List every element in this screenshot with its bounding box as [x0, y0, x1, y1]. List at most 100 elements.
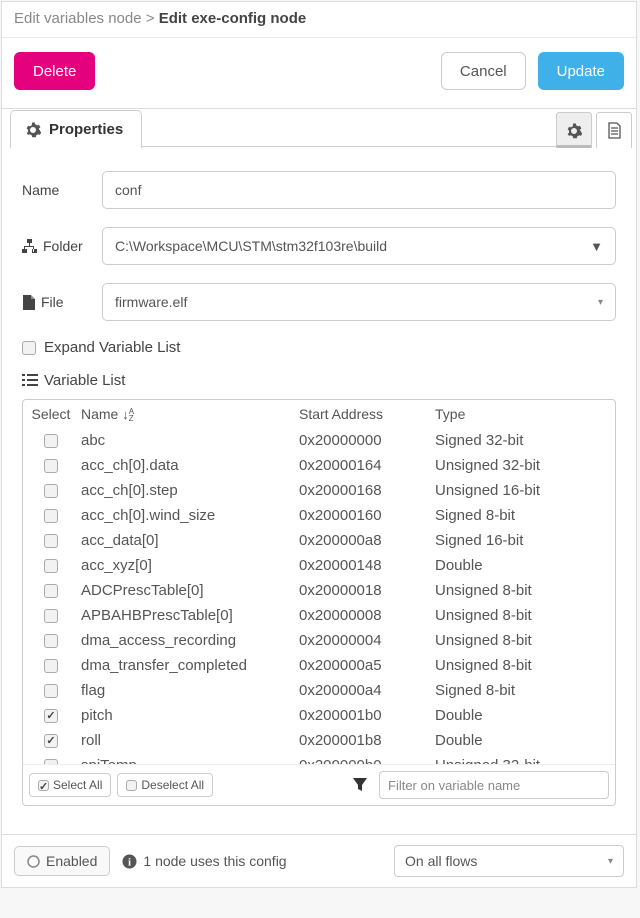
table-row: spiTemp0x200000b0Unsigned 32-bit [23, 753, 615, 764]
breadcrumb-current: Edit exe-config node [159, 10, 307, 27]
breadcrumb-sep: > [146, 10, 155, 27]
row-type: Double [427, 707, 615, 724]
cancel-button[interactable]: Cancel [441, 52, 526, 90]
list-icon [22, 374, 38, 387]
info-icon: i [122, 854, 137, 869]
row-checkbox[interactable] [44, 434, 58, 448]
table-row: acc_ch[0].wind_size0x20000160Signed 8-bi… [23, 503, 615, 528]
file-select[interactable]: firmware.elf ▾ [102, 283, 616, 321]
row-type: Unsigned 8-bit [427, 607, 615, 624]
table-row: acc_xyz[0]0x20000148Double [23, 553, 615, 578]
gear-icon [566, 123, 582, 139]
row-addr: 0x200000b0 [299, 757, 427, 764]
row-addr: 0x20000168 [299, 482, 427, 499]
row-name: acc_data[0] [79, 532, 299, 549]
table-row: abc0x20000000Signed 32-bit [23, 428, 615, 453]
uncheck-icon [126, 780, 137, 791]
row-name: dma_access_recording [79, 632, 299, 649]
row-addr: 0x200000a5 [299, 657, 427, 674]
row-addr: 0x20000008 [299, 607, 427, 624]
folder-label: Folder [22, 238, 102, 254]
row-checkbox[interactable] [44, 484, 58, 498]
variable-list-table: Select Name ↓AZ Start Address Type abc0x… [22, 399, 616, 806]
delete-button[interactable]: Delete [14, 52, 95, 90]
row-checkbox[interactable] [44, 609, 58, 623]
row-addr: 0x200000a4 [299, 682, 427, 699]
filter-icon [347, 778, 373, 792]
row-name: acc_ch[0].step [79, 482, 299, 499]
row-addr: 0x20000160 [299, 507, 427, 524]
row-addr: 0x200001b8 [299, 732, 427, 749]
deselect-all-button[interactable]: Deselect All [117, 773, 213, 797]
expand-label: Expand Variable List [44, 339, 180, 356]
tab-label: Properties [49, 121, 123, 138]
update-button[interactable]: Update [538, 52, 624, 90]
enabled-toggle[interactable]: Enabled [14, 846, 110, 876]
tab-doc-button[interactable] [596, 112, 632, 148]
row-name: flag [79, 682, 299, 699]
row-addr: 0x200001b0 [299, 707, 427, 724]
row-name: abc [79, 432, 299, 449]
row-checkbox[interactable] [44, 684, 58, 698]
document-icon [607, 122, 622, 139]
row-checkbox[interactable] [44, 509, 58, 523]
chevron-down-icon: ▾ [598, 297, 603, 308]
table-row: acc_ch[0].data0x20000164Unsigned 32-bit [23, 453, 615, 478]
expand-checkbox[interactable] [22, 341, 36, 355]
row-name: ADCPrescTable[0] [79, 582, 299, 599]
row-addr: 0x20000000 [299, 432, 427, 449]
breadcrumb: Edit variables node > Edit exe-config no… [2, 2, 636, 38]
folder-select[interactable]: C:\Workspace\MCU\STM\stm32f103re\build ▼ [102, 227, 616, 265]
name-label: Name [22, 182, 102, 198]
col-header-type[interactable]: Type [427, 406, 615, 422]
gear-icon [25, 122, 41, 138]
check-icon [38, 780, 49, 791]
table-row: flag0x200000a4Signed 8-bit [23, 678, 615, 703]
table-row: acc_data[0]0x200000a8Signed 16-bit [23, 528, 615, 553]
row-checkbox[interactable] [44, 559, 58, 573]
sitemap-icon [22, 239, 37, 253]
row-type: Double [427, 557, 615, 574]
row-name: roll [79, 732, 299, 749]
row-checkbox[interactable] [44, 659, 58, 673]
row-checkbox[interactable] [44, 709, 58, 723]
filter-input[interactable]: Filter on variable name [379, 771, 609, 799]
tab-settings-button[interactable] [556, 112, 592, 148]
row-type: Signed 16-bit [427, 532, 615, 549]
tab-properties[interactable]: Properties [10, 110, 142, 148]
col-header-name[interactable]: Name ↓AZ [79, 406, 299, 422]
table-row: APBAHBPrescTable[0]0x20000008Unsigned 8-… [23, 603, 615, 628]
row-name: APBAHBPrescTable[0] [79, 607, 299, 624]
row-checkbox[interactable] [44, 759, 58, 765]
row-type: Unsigned 8-bit [427, 657, 615, 674]
folder-value: C:\Workspace\MCU\STM\stm32f103re\build [115, 238, 387, 254]
row-checkbox[interactable] [44, 734, 58, 748]
row-type: Unsigned 8-bit [427, 632, 615, 649]
variable-list-label: Variable List [22, 372, 616, 389]
table-row: roll0x200001b8Double [23, 728, 615, 753]
col-header-addr[interactable]: Start Address [299, 406, 427, 422]
circle-icon [27, 855, 40, 868]
row-checkbox[interactable] [44, 634, 58, 648]
row-name: spiTemp [79, 757, 299, 764]
row-checkbox[interactable] [44, 584, 58, 598]
select-all-button[interactable]: Select All [29, 773, 111, 797]
flow-scope-select[interactable]: On all flows ▾ [394, 845, 624, 877]
breadcrumb-prev[interactable]: Edit variables node [14, 10, 142, 27]
row-addr: 0x20000148 [299, 557, 427, 574]
row-name: dma_transfer_completed [79, 657, 299, 674]
file-value: firmware.elf [115, 294, 187, 310]
table-row: dma_access_recording0x20000004Unsigned 8… [23, 628, 615, 653]
name-input[interactable]: conf [102, 171, 616, 209]
row-name: acc_xyz[0] [79, 557, 299, 574]
col-header-select[interactable]: Select [23, 406, 79, 422]
svg-text:i: i [128, 856, 131, 868]
row-name: acc_ch[0].wind_size [79, 507, 299, 524]
table-row: acc_ch[0].step0x20000168Unsigned 16-bit [23, 478, 615, 503]
row-addr: 0x20000164 [299, 457, 427, 474]
row-addr: 0x20000004 [299, 632, 427, 649]
row-checkbox[interactable] [44, 534, 58, 548]
row-checkbox[interactable] [44, 459, 58, 473]
row-addr: 0x200000a8 [299, 532, 427, 549]
row-type: Signed 8-bit [427, 507, 615, 524]
